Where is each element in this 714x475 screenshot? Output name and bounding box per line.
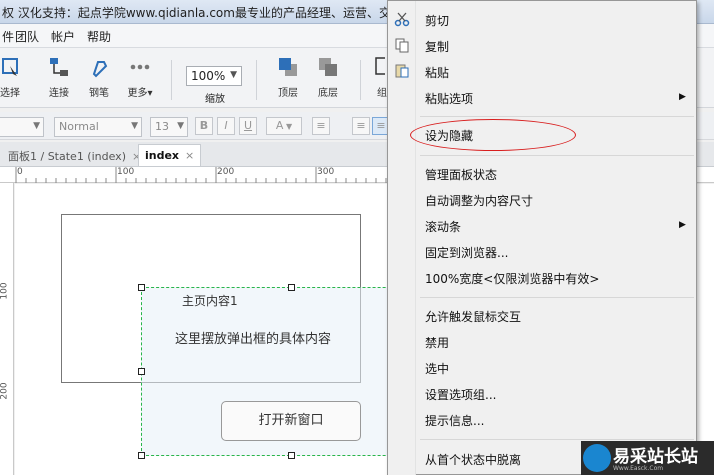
menu-separator (420, 439, 694, 440)
menu-item-copy[interactable]: 复制 (425, 38, 449, 55)
menu-separator (420, 116, 694, 117)
menu-item-paste[interactable]: 粘贴 (425, 64, 449, 81)
menu-item-manage-panel-states[interactable]: 管理面板状态 (425, 166, 497, 183)
send-to-back-icon (319, 58, 337, 76)
chevron-down-icon: ▼ (33, 121, 40, 131)
align-left-button[interactable]: ≡ (352, 117, 370, 135)
vertical-ruler (0, 183, 14, 475)
group-button[interactable]: 组 (357, 54, 387, 99)
paste-icon (395, 64, 409, 78)
highlight-ellipse-annotation (410, 119, 576, 151)
select-button[interactable]: 选择 (0, 54, 35, 99)
menu-item-paste-options[interactable]: 粘贴选项 (425, 90, 473, 107)
ruler-label: 100 (117, 167, 135, 177)
more-icon (130, 64, 150, 70)
menu-item-100-width[interactable]: 100%宽度<仅限浏览器中有效> (425, 270, 599, 287)
menu-separator (420, 155, 694, 156)
list-button[interactable]: ≡ (312, 117, 330, 135)
menu-item-tooltip[interactable]: 提示信息... (425, 412, 484, 429)
tab-panel-state[interactable]: 面板1 / State1 (index) × (2, 144, 147, 166)
menu-item-detach-from-first-state[interactable]: 从首个状态中脱离 (425, 451, 521, 468)
font-family-select[interactable]: ▼ (0, 117, 44, 137)
watermark-text: 易采站长站 (613, 447, 698, 467)
ruler-label: 100 (0, 282, 10, 300)
tab-index[interactable]: index × (138, 144, 202, 166)
toolbar-separator (171, 60, 172, 100)
chevron-down-icon: ▼ (131, 121, 138, 131)
menu-item-fit-to-content[interactable]: 自动调整为内容尺寸 (425, 192, 533, 209)
bring-to-front-icon (279, 58, 297, 76)
submenu-arrow-icon: ▶ (679, 220, 686, 230)
menu-item-disable[interactable]: 禁用 (425, 334, 449, 351)
align-center-icon: ≡ (376, 119, 386, 132)
more-button[interactable]: 更多▾ (115, 54, 165, 99)
bold-button[interactable]: B (195, 117, 213, 135)
resize-handle[interactable] (288, 284, 295, 291)
resize-handle[interactable] (138, 284, 145, 291)
chevron-down-icon: ▼ (230, 70, 237, 80)
open-new-window-button[interactable]: 打开新窗口 (221, 401, 361, 441)
menu-item-set-option-group[interactable]: 设置选项组... (425, 386, 496, 403)
ruler-label: 200 (217, 167, 235, 177)
menu-item-pin-to-browser[interactable]: 固定到浏览器... (425, 244, 508, 261)
font-size-select[interactable]: 13 ▼ (150, 117, 188, 137)
zoom-select[interactable]: 100% ▼ (186, 66, 242, 86)
scissors-icon (394, 12, 410, 27)
menu-separator (420, 297, 694, 298)
font-color-button[interactable]: A ▼ (266, 117, 302, 135)
menu-item-scrollbars[interactable]: 滚动条 (425, 218, 461, 235)
pen-icon (92, 61, 108, 78)
watermark-subtext: Www.Easck.Com (613, 465, 664, 472)
ruler-label: 0 (17, 167, 23, 177)
ruler-label: 300 (317, 167, 335, 177)
menu-help[interactable]: 帮助 (87, 28, 111, 45)
menu-team[interactable]: 团队 (15, 28, 39, 45)
resize-handle[interactable] (138, 452, 145, 459)
submenu-arrow-icon: ▶ (679, 92, 686, 102)
menu-account[interactable]: 帐户 (51, 28, 75, 45)
list-icon: ≡ (316, 119, 326, 132)
menu-file[interactable]: 件 (2, 28, 14, 45)
select-icon (2, 58, 18, 76)
main-content-label: 主页内容1 (182, 294, 238, 308)
toolbar-separator (256, 60, 257, 100)
copy-icon (395, 38, 409, 53)
resize-handle[interactable] (138, 368, 145, 375)
menu-item-cut[interactable]: 剪切 (425, 12, 449, 29)
send-to-back-button[interactable]: 底层 (303, 54, 353, 99)
chevron-down-icon: ▼ (177, 121, 184, 131)
close-icon[interactable]: × (185, 149, 194, 162)
menu-item-allow-mouse-interaction[interactable]: 允许触发鼠标交互 (425, 308, 521, 325)
underline-button[interactable]: U (239, 117, 257, 135)
connector-icon (50, 58, 68, 76)
watermark-logo-icon (583, 444, 611, 472)
italic-button[interactable]: I (217, 117, 235, 135)
zoom-label: 缩放 (205, 94, 225, 105)
ruler-label: 200 (0, 382, 10, 400)
text-style-select[interactable]: Normal ▼ (54, 117, 142, 137)
resize-handle[interactable] (288, 452, 295, 459)
group-icon (375, 57, 385, 75)
chevron-down-icon: ▼ (283, 122, 293, 131)
align-left-icon: ≡ (356, 119, 366, 132)
popup-content-text: 这里摆放弹出框的具体内容 (175, 332, 332, 347)
menu-item-select[interactable]: 选中 (425, 360, 449, 377)
window-title: 权 汉化支持：起点学院www.qidianla.com最专业的产品经理、运营、交 (2, 6, 391, 20)
